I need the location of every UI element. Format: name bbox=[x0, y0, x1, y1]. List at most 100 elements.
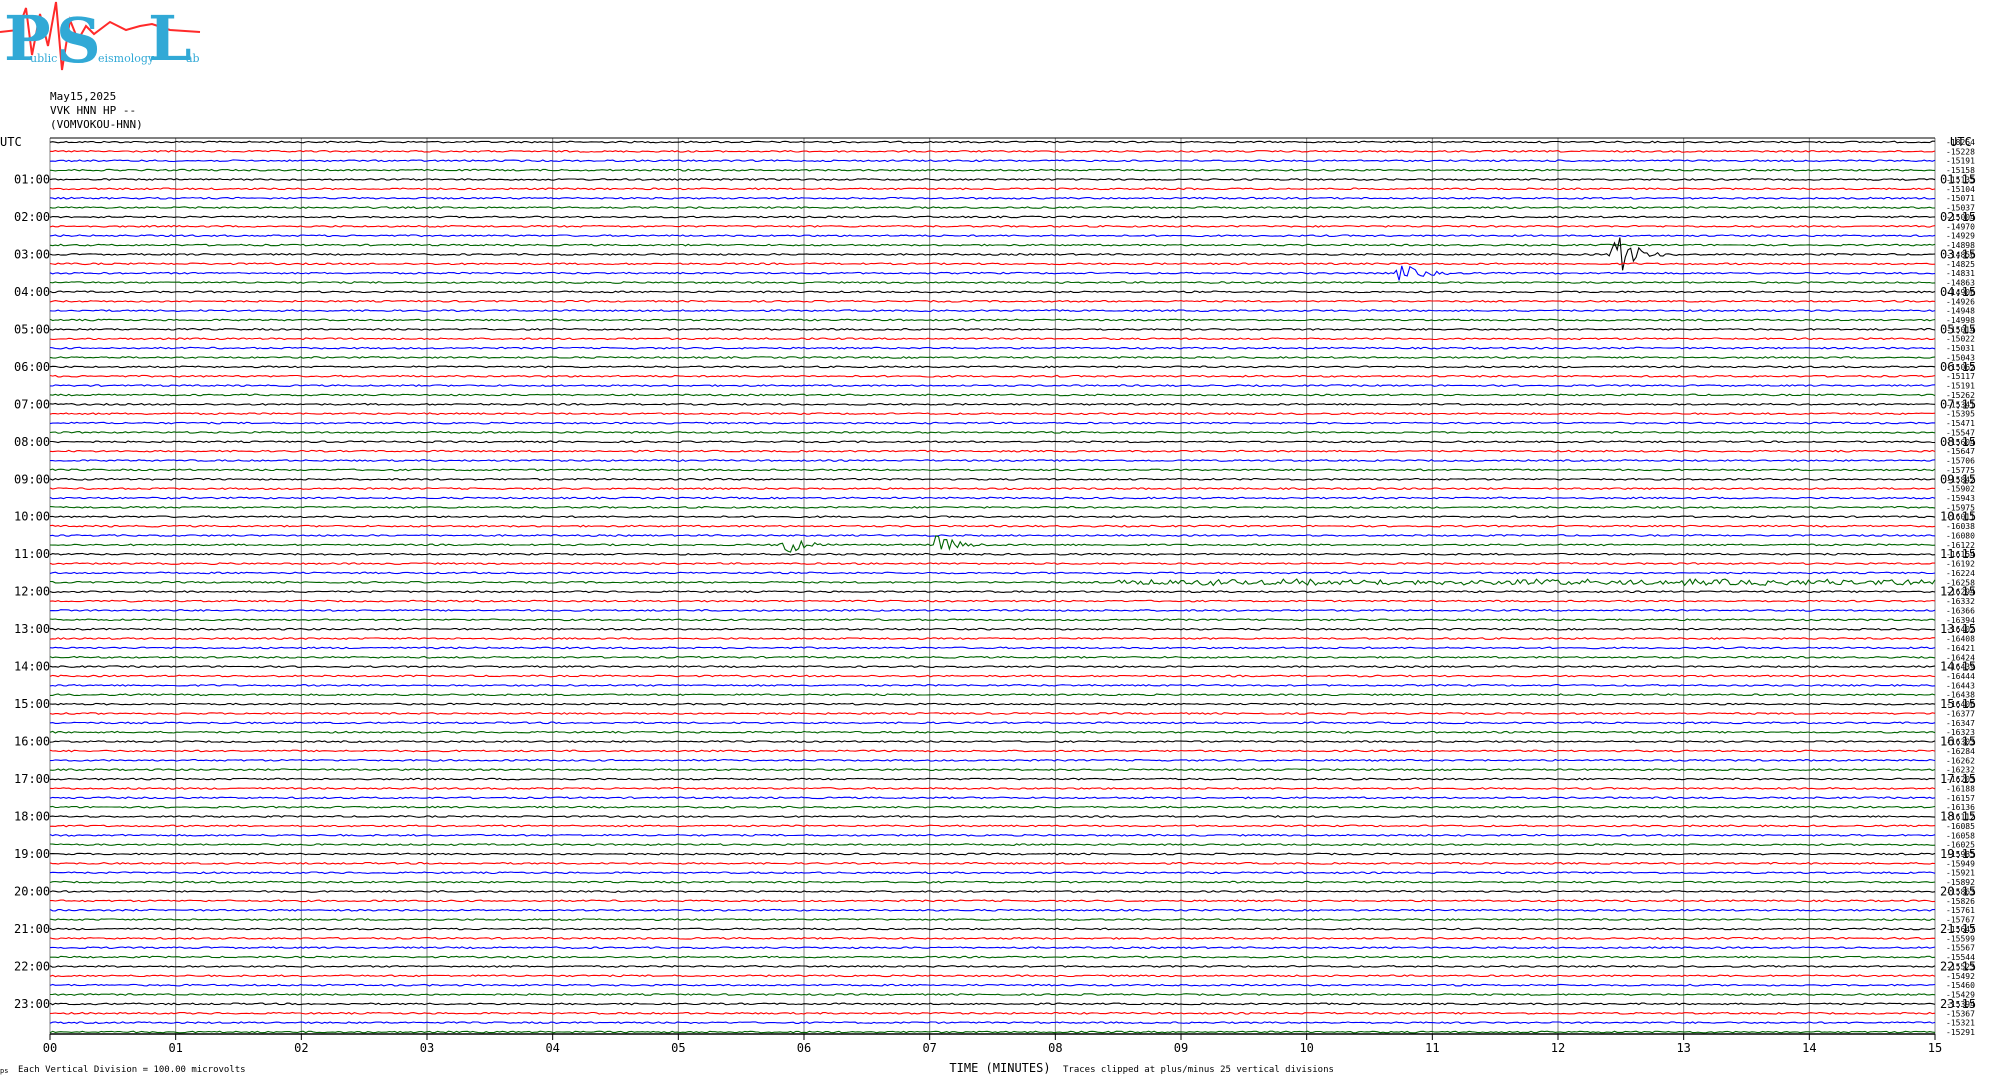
trace-offset-label: -16332 bbox=[1946, 597, 1975, 606]
trace-offset-label: -15394 bbox=[1946, 1000, 1975, 1009]
trace-line-76 bbox=[49, 852, 1936, 856]
trace-offset-label: -16154 bbox=[1946, 550, 1975, 559]
trace-line-55 bbox=[49, 655, 1936, 659]
trace-line-23 bbox=[49, 356, 1936, 359]
trace-line-13 bbox=[49, 262, 1936, 266]
trace-line-31 bbox=[49, 431, 1936, 434]
trace-offset-label: -14856 bbox=[1946, 250, 1975, 259]
x-tick-label: 08 bbox=[1048, 1041, 1062, 1055]
x-tick-label: 06 bbox=[797, 1041, 811, 1055]
trace-line-5 bbox=[49, 187, 1936, 191]
trace-offset-label: -16112 bbox=[1946, 813, 1975, 822]
trace-offset-label: -15647 bbox=[1946, 447, 1975, 456]
trace-line-74 bbox=[49, 833, 1936, 837]
trace-offset-label: -16011 bbox=[1946, 513, 1975, 522]
trace-line-81 bbox=[50, 899, 1936, 903]
trace-line-38 bbox=[49, 496, 1936, 500]
trace-line-43 bbox=[49, 535, 1936, 553]
trace-line-4 bbox=[49, 178, 1936, 181]
trace-line-51 bbox=[49, 618, 1936, 622]
trace-offset-label: -15523 bbox=[1946, 962, 1975, 971]
trace-offset-label: -16366 bbox=[1946, 606, 1975, 615]
trace-line-69 bbox=[49, 786, 1936, 790]
trace-offset-label: -14898 bbox=[1946, 241, 1975, 250]
trace-offset-label: -15706 bbox=[1946, 457, 1975, 466]
left-hour-label: 09:00 bbox=[14, 472, 50, 486]
trace-offset-label: -15647 bbox=[1946, 925, 1975, 934]
trace-offset-label: -16438 bbox=[1946, 691, 1975, 700]
trace-line-93 bbox=[49, 1011, 1936, 1015]
left-hour-label: 12:00 bbox=[14, 585, 50, 599]
trace-line-90 bbox=[49, 983, 1936, 987]
trace-line-1 bbox=[49, 149, 1936, 153]
trace-line-15 bbox=[49, 281, 1936, 284]
left-hour-label: 08:00 bbox=[14, 435, 50, 449]
left-hour-label: 16:00 bbox=[14, 735, 50, 749]
x-tick-label: 03 bbox=[420, 1041, 434, 1055]
trace-offset-label: -15037 bbox=[1946, 204, 1975, 213]
trace-offset-label: -16203 bbox=[1946, 775, 1975, 784]
trace-line-2 bbox=[49, 159, 1936, 163]
trace-offset-label: -16122 bbox=[1946, 541, 1975, 550]
trace-offset-label: -15004 bbox=[1946, 213, 1975, 222]
trace-offset-label: -15014 bbox=[1946, 325, 1975, 334]
trace-line-20 bbox=[49, 327, 1936, 331]
trace-offset-label: -15567 bbox=[1946, 944, 1975, 953]
left-hour-label: 20:00 bbox=[14, 884, 50, 898]
left-hour-label: 04:00 bbox=[14, 285, 50, 299]
trace-offset-label: -15492 bbox=[1946, 972, 1975, 981]
trace-line-64 bbox=[49, 740, 1936, 744]
corner-mark: ps bbox=[0, 1067, 8, 1075]
trace-offset-label: -15599 bbox=[1946, 934, 1975, 943]
trace-line-78 bbox=[49, 871, 1936, 875]
trace-line-6 bbox=[49, 196, 1936, 200]
trace-line-24 bbox=[49, 365, 1936, 369]
x-tick-label: 11 bbox=[1425, 1041, 1439, 1055]
trace-line-10 bbox=[49, 234, 1936, 238]
trace-offset-label: -16038 bbox=[1946, 522, 1975, 531]
trace-offset-label: -15031 bbox=[1946, 344, 1975, 353]
trace-line-50 bbox=[49, 608, 1936, 612]
trace-line-26 bbox=[49, 384, 1936, 388]
trace-offset-label: -15158 bbox=[1946, 166, 1975, 175]
trace-line-44 bbox=[49, 552, 1936, 556]
trace-offset-label: -15291 bbox=[1946, 1028, 1975, 1037]
trace-offset-label: -16192 bbox=[1946, 560, 1975, 569]
trace-line-58 bbox=[49, 683, 1936, 687]
trace-line-33 bbox=[49, 449, 1936, 453]
left-hour-label: 23:00 bbox=[14, 997, 50, 1011]
trace-line-0 bbox=[49, 140, 1935, 144]
trace-line-48 bbox=[49, 590, 1936, 594]
x-tick-label: 05 bbox=[671, 1041, 685, 1055]
left-hour-label: 11:00 bbox=[14, 547, 50, 561]
trace-line-28 bbox=[49, 402, 1936, 406]
trace-offset-label: -16188 bbox=[1946, 784, 1975, 793]
trace-line-11 bbox=[49, 243, 1936, 247]
trace-offset-label: -14948 bbox=[1946, 307, 1975, 316]
trace-line-32 bbox=[50, 440, 1935, 444]
trace-offset-label: -15921 bbox=[1946, 869, 1975, 878]
trace-offset-label: -16224 bbox=[1946, 569, 1975, 578]
left-hour-label: 18:00 bbox=[14, 810, 50, 824]
trace-line-8 bbox=[49, 215, 1936, 219]
trace-line-85 bbox=[49, 936, 1936, 940]
trace-line-83 bbox=[49, 918, 1936, 922]
trace-line-92 bbox=[49, 1002, 1936, 1006]
trace-offset-label: -15547 bbox=[1946, 428, 1975, 437]
x-tick-label: 13 bbox=[1676, 1041, 1690, 1055]
trace-offset-label: -15367 bbox=[1946, 1009, 1975, 1018]
trace-line-65 bbox=[49, 749, 1936, 753]
trace-line-16 bbox=[49, 290, 1936, 294]
trace-offset-label: -16303 bbox=[1946, 738, 1975, 747]
left-hour-label: 21:00 bbox=[14, 922, 50, 936]
x-tick-label: 07 bbox=[922, 1041, 936, 1055]
trace-offset-label: -15135 bbox=[1946, 175, 1975, 184]
trace-offset-label: -16347 bbox=[1946, 719, 1975, 728]
x-tick-label: 15 bbox=[1928, 1041, 1942, 1055]
trace-line-7 bbox=[49, 206, 1935, 210]
trace-offset-label: -15395 bbox=[1946, 410, 1975, 419]
left-hour-label: 07:00 bbox=[14, 397, 50, 411]
trace-offset-label: -15429 bbox=[1946, 991, 1975, 1000]
trace-line-63 bbox=[49, 730, 1936, 734]
trace-line-68 bbox=[49, 777, 1935, 781]
